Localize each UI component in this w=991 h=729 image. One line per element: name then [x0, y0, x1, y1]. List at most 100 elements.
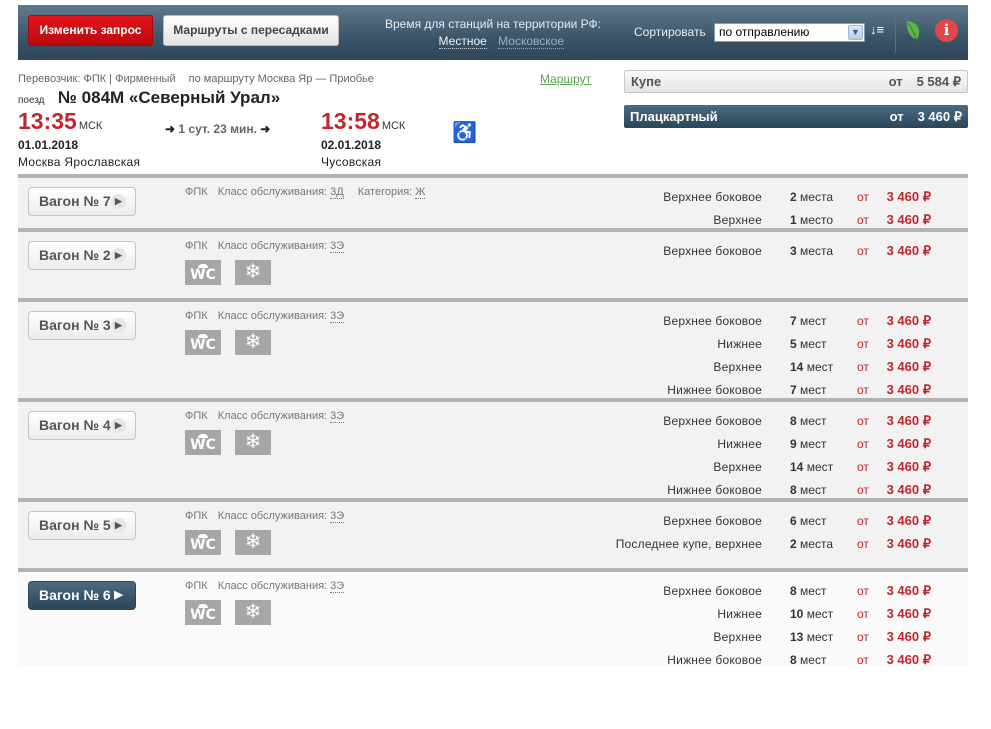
seat-row[interactable]: Верхнее 14 мест от 3 460 ₽ [462, 355, 931, 378]
wagon-carrier: ФПК [185, 310, 208, 322]
seat-row[interactable]: Верхнее боковое 3 места от 3 460 ₽ [462, 239, 931, 262]
price-from: от [857, 536, 869, 551]
seat-row[interactable]: Верхнее боковое 8 мест от 3 460 ₽ [462, 579, 931, 602]
leaf-icon[interactable] [904, 19, 922, 43]
wagon-carrier: ФПК [185, 410, 208, 422]
seat-type: Последнее купе, верхнее [615, 536, 762, 551]
wagon-button[interactable]: Вагон № 5 ▶ [28, 511, 136, 540]
class-tab-platskart[interactable]: Плацкартный от 3 460 ₽ [624, 105, 968, 128]
seat-row[interactable]: Последнее купе, верхнее 2 места от 3 460 ₽ [462, 532, 931, 555]
seat-row[interactable]: Нижнее 5 мест от 3 460 ₽ [462, 332, 931, 355]
wheelchair-icon: ♿ [452, 122, 477, 144]
air-conditioning-icon: ❄ [235, 530, 271, 555]
seat-price: 3 460 ₽ [886, 381, 931, 397]
seat-row[interactable]: Верхнее 14 мест от 3 460 ₽ [462, 455, 931, 478]
price-from: от [857, 606, 869, 621]
seat-type: Верхнее [713, 459, 762, 474]
time-local-link[interactable]: Местное [438, 34, 487, 49]
route-link[interactable]: Маршрут [540, 72, 591, 86]
play-icon: ▶ [111, 248, 126, 263]
service-class-label: Класс обслуживания: [217, 186, 328, 198]
seat-count-value: 8 [790, 413, 797, 428]
seat-row[interactable]: Верхнее боковое 6 мест от 3 460 ₽ [462, 509, 931, 532]
sort-select[interactable]: по отправлению ▼ [714, 23, 865, 42]
seat-price: 3 460 ₽ [886, 435, 931, 451]
seat-count-unit: мест [806, 629, 834, 644]
amenities: WC ❄ [185, 600, 285, 625]
seat-count-value: 2 [790, 189, 797, 204]
seat-count-unit: мест [800, 513, 827, 528]
price-from: от [857, 243, 869, 258]
service-class-label: Класс обслуживания: [217, 410, 328, 422]
carrier: Перевозчик: ФПК | Фирменный [18, 73, 176, 85]
seat-row[interactable]: Нижнее 10 мест от 3 460 ₽ [462, 602, 931, 625]
seat-count-unit: мест [800, 313, 827, 328]
service-class-value[interactable]: 3Д [330, 186, 344, 199]
train-label: поезд [18, 95, 45, 106]
seat-row[interactable]: Нижнее боковое 8 мест от 3 460 ₽ [462, 648, 931, 671]
seat-type: Верхнее боковое [663, 413, 762, 428]
eco-toilet-icon: WC [185, 530, 221, 555]
wagon-button[interactable]: Вагон № 3 ▶ [28, 311, 136, 340]
wagon-button[interactable]: Вагон № 6 ▶ [28, 581, 136, 610]
seat-count-value: 3 [790, 243, 797, 258]
seat-row[interactable]: Верхнее боковое 7 мест от 3 460 ₽ [462, 309, 931, 332]
seat-count-value: 8 [790, 583, 797, 598]
wagon-info: ФПК Класс обслуживания: 3Э [185, 580, 345, 593]
arrival-date: 02.01.2018 [321, 138, 382, 152]
seat-price: 3 460 ₽ [886, 458, 931, 474]
chevron-down-icon[interactable]: ▼ [848, 25, 863, 40]
time-moscow-link[interactable]: Московское [498, 34, 564, 49]
seat-price: 3 460 ₽ [886, 628, 931, 644]
seat-count: 8 мест [762, 653, 857, 667]
seat-count: 8 мест [762, 584, 857, 598]
service-class-label: Класс обслуживания: [217, 310, 328, 322]
seat-count: 9 мест [762, 437, 857, 451]
seat-row[interactable]: Нижнее 9 мест от 3 460 ₽ [462, 432, 931, 455]
change-request-button[interactable]: Изменить запрос [28, 15, 153, 46]
amenities: WC ❄ [185, 430, 285, 455]
price-from: от [857, 189, 869, 204]
seat-count: 14 мест [762, 360, 857, 374]
seat-count-value: 5 [790, 336, 797, 351]
wagon-list: Вагон № 7 ▶ ФПК Класс обслуживания: 3Д Катег… [18, 174, 968, 667]
info-icon[interactable]: i [935, 19, 958, 42]
service-class-value[interactable]: 3Э [330, 310, 345, 323]
departure-date: 01.01.2018 [18, 138, 79, 152]
wagon-block: Вагон № 2 ▶ ФПК Класс обслуживания: 3Э WC ❄ Ве… [18, 228, 968, 298]
seat-price: 3 460 ₽ [886, 582, 931, 598]
seat-row[interactable]: Верхнее 13 мест от 3 460 ₽ [462, 625, 931, 648]
wagon-button[interactable]: Вагон № 4 ▶ [28, 411, 136, 440]
class-tab-kupe[interactable]: Купе от 5 584 ₽ [624, 70, 968, 93]
wagon-button[interactable]: Вагон № 2 ▶ [28, 241, 136, 270]
seat-count: 8 мест [762, 483, 857, 497]
class-price: 3 460 ₽ [917, 109, 962, 124]
seat-count: 2 места [762, 537, 857, 551]
service-class-value[interactable]: 3Э [330, 510, 345, 523]
play-icon: ▶ [111, 194, 126, 209]
wagon-button[interactable]: Вагон № 7 ▶ [28, 187, 136, 216]
seat-count-value: 9 [790, 436, 797, 451]
wagon-label: Вагон № 5 [39, 517, 111, 533]
service-class-value[interactable]: 3Э [330, 240, 345, 253]
sort-label: Сортировать [634, 25, 706, 39]
carrier-line: Перевозчик: ФПК | Фирменный по маршруту … [18, 73, 374, 85]
seat-count-value: 2 [790, 536, 797, 551]
seat-row[interactable]: Верхнее боковое 8 мест от 3 460 ₽ [462, 409, 931, 432]
departure-tz: МСК [78, 120, 103, 132]
seat-count-value: 10 [790, 606, 804, 621]
duration-value: 1 сут. 23 мин. [178, 122, 257, 136]
seat-count-value: 14 [790, 459, 804, 474]
arrow-right-icon: ➜ [260, 122, 271, 136]
service-class-label: Класс обслуживания: [217, 510, 328, 522]
price-from: от [888, 74, 903, 89]
sort-direction-icon[interactable]: ↓≡ [870, 22, 884, 37]
service-class-value[interactable]: 3Э [330, 410, 345, 423]
seat-row[interactable]: Верхнее боковое 2 места от 3 460 ₽ [462, 185, 931, 208]
transfer-routes-button[interactable]: Маршруты с пересадками [163, 15, 339, 46]
category-value[interactable]: Ж [415, 186, 426, 199]
wagon-label: Вагон № 7 [39, 193, 111, 209]
play-icon: ▶ [111, 418, 126, 433]
wagon-block: Вагон № 7 ▶ ФПК Класс обслуживания: 3Д Катег… [18, 174, 968, 228]
service-class-value[interactable]: 3Э [330, 580, 345, 593]
